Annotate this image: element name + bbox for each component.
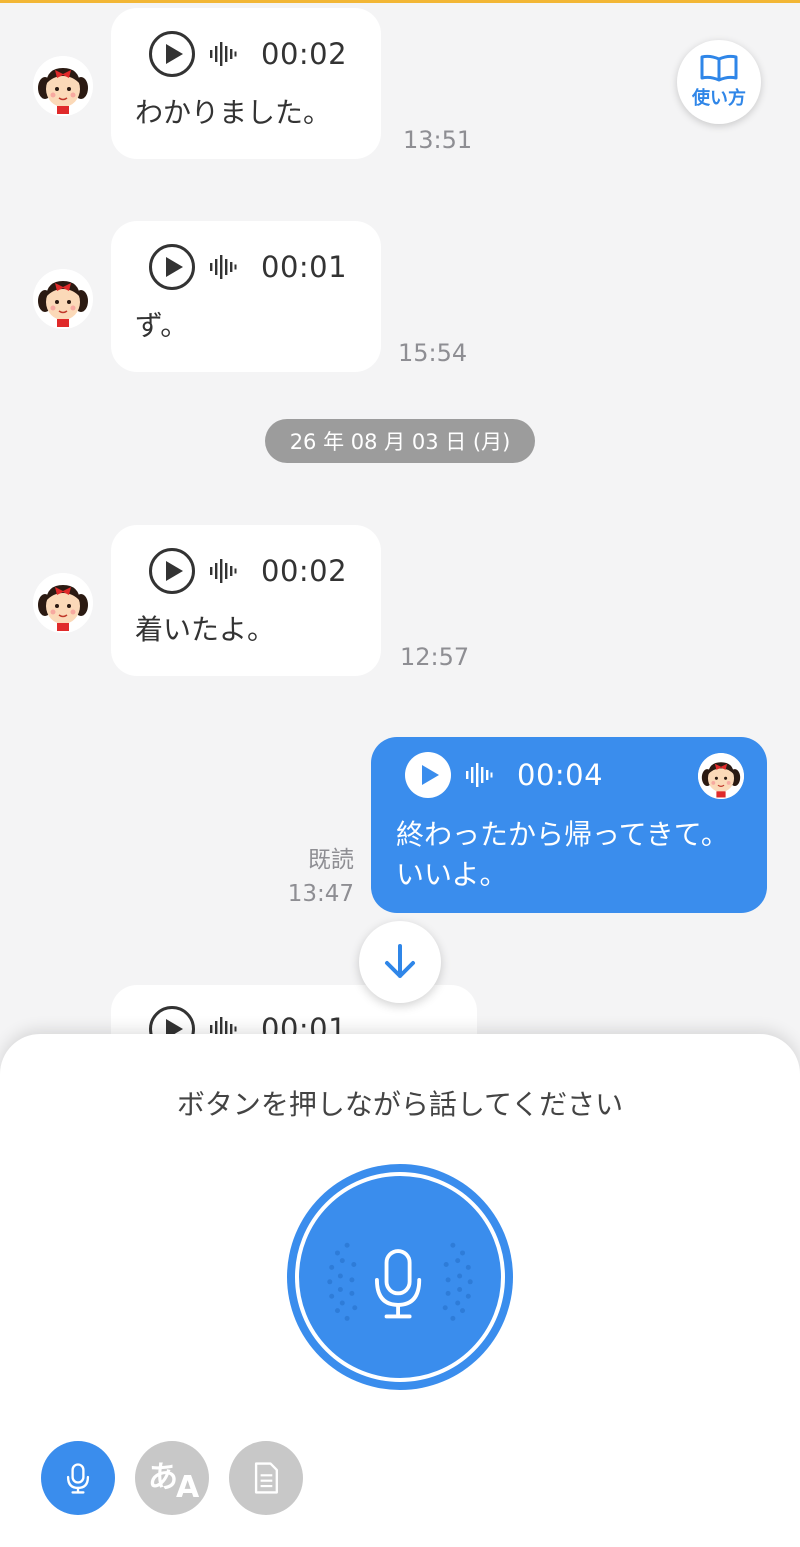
audio-duration: 00:01 [261, 250, 348, 284]
audio-player: 00:02 [149, 31, 347, 77]
message-time: 15:54 [398, 339, 468, 367]
mic-icon [374, 1249, 422, 1319]
message-time: 13:51 [403, 126, 473, 154]
audio-player: 00:01 [149, 244, 347, 290]
message-text: 着いたよ。 [135, 613, 276, 646]
message-text-line: 終わったから帰ってきて。 [396, 818, 729, 851]
play-icon [166, 257, 183, 277]
avatar[interactable] [33, 269, 93, 329]
message-time: 13:47 [287, 881, 354, 907]
scroll-to-bottom-button[interactable] [359, 921, 441, 1003]
read-label: 既読 [308, 847, 354, 873]
avatar [698, 753, 744, 799]
message-time: 12:57 [400, 643, 470, 671]
play-icon [166, 561, 183, 581]
audio-player: 00:04 [405, 752, 603, 798]
avatar[interactable] [33, 56, 93, 116]
waveform-icon [210, 42, 237, 66]
audio-player: 00:02 [149, 548, 347, 594]
play-button[interactable] [149, 244, 195, 290]
help-label: 使い方 [692, 88, 746, 109]
message-text: わかりました。 [135, 96, 332, 129]
chat-area[interactable]: 00:02 わかりました。 13:51 00:01 ず。 15:54 26 年 … [0, 0, 800, 1060]
play-icon [166, 44, 183, 64]
translate-icon-latin: A [176, 1470, 200, 1505]
record-button-inner [295, 1172, 505, 1382]
translate-icon-kana: あ [148, 1460, 178, 1495]
mode-text-button[interactable] [229, 1441, 303, 1515]
message-text: 終わったから帰ってきて。 いいよ。 [396, 815, 729, 895]
arrow-down-icon [385, 944, 415, 978]
audio-duration: 00:04 [517, 758, 604, 792]
read-receipt: 既読 13:47 [270, 843, 354, 911]
book-icon [700, 54, 738, 82]
audio-duration: 00:02 [261, 37, 348, 71]
play-icon [422, 765, 439, 785]
play-button[interactable] [405, 752, 451, 798]
message-text: ず。 [135, 309, 189, 342]
record-button[interactable] [287, 1164, 513, 1390]
message-text-line: いいよ。 [396, 858, 508, 891]
voice-hint: ボタンを押しながら話してください [176, 1088, 624, 1121]
mic-icon [66, 1463, 90, 1494]
play-button[interactable] [149, 548, 195, 594]
sound-dots-decoration [327, 1242, 473, 1321]
audio-duration: 00:02 [261, 554, 348, 588]
waveform-icon [210, 255, 237, 279]
help-button[interactable]: 使い方 [677, 40, 761, 124]
mode-voice-button[interactable] [41, 1441, 115, 1515]
translate-icon: あ A [142, 1450, 202, 1506]
date-separator: 26 年 08 月 03 日 (月) [265, 419, 535, 463]
mode-translate-button[interactable]: あ A [135, 1441, 209, 1515]
document-icon [254, 1462, 278, 1494]
avatar[interactable] [33, 573, 93, 633]
play-button[interactable] [149, 31, 195, 77]
waveform-icon [466, 763, 493, 787]
waveform-icon [210, 559, 237, 583]
